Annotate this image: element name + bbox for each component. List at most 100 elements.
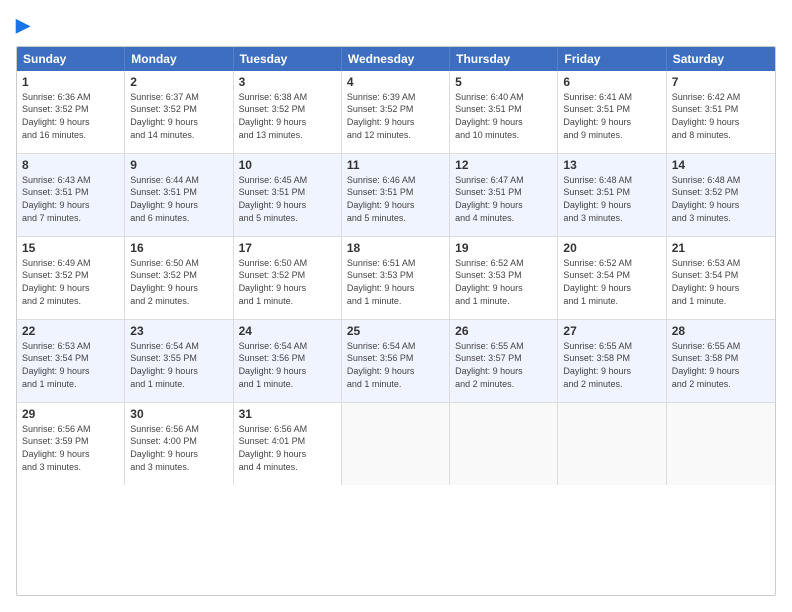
calendar-cell: 5 Sunrise: 6:40 AMSunset: 3:51 PMDaylight…	[450, 71, 558, 153]
day-number: 22	[22, 324, 119, 338]
day-info: Sunrise: 6:54 AMSunset: 3:56 PMDaylight:…	[239, 340, 336, 390]
calendar-cell: 28Sunrise: 6:55 AMSunset: 3:58 PMDayligh…	[667, 320, 775, 402]
day-info: Sunrise: 6:49 AMSunset: 3:52 PMDaylight:…	[22, 257, 119, 307]
calendar-cell: 25 Sunrise: 6:54 AMSunset: 3:56 PMDayligh…	[342, 320, 450, 402]
logo-text: ▶	[16, 16, 30, 36]
calendar-cell: 18 Sunrise: 6:51 AMSunset: 3:53 PMDayligh…	[342, 237, 450, 319]
day-number: 15	[22, 241, 119, 255]
day-info: Sunrise: 6:50 AMSunset: 3:52 PMDaylight:…	[130, 257, 227, 307]
day-number: 12	[455, 158, 552, 172]
day-info: Sunrise: 6:55 AMSunset: 3:57 PMDaylight:…	[455, 340, 552, 390]
calendar-header-cell-friday: Friday	[558, 47, 666, 71]
day-number: 14	[672, 158, 770, 172]
day-info: Sunrise: 6:56 AMSunset: 4:00 PMDaylight:…	[130, 423, 227, 473]
day-number: 7	[672, 75, 770, 89]
day-number: 30	[130, 407, 227, 421]
day-number: 1	[22, 75, 119, 89]
calendar-cell	[667, 403, 775, 485]
calendar-cell: 7 Sunrise: 6:42 AMSunset: 3:51 PMDaylight…	[667, 71, 775, 153]
calendar-cell: 12 Sunrise: 6:47 AMSunset: 3:51 PMDayligh…	[450, 154, 558, 236]
day-info: Sunrise: 6:40 AMSunset: 3:51 PMDaylight:…	[455, 91, 552, 141]
calendar-cell: 23 Sunrise: 6:54 AMSunset: 3:55 PMDayligh…	[125, 320, 233, 402]
day-info: Sunrise: 6:54 AMSunset: 3:56 PMDaylight:…	[347, 340, 444, 390]
day-number: 10	[239, 158, 336, 172]
calendar-header-cell-wednesday: Wednesday	[342, 47, 450, 71]
calendar-cell: 22 Sunrise: 6:53 AMSunset: 3:54 PMDayligh…	[17, 320, 125, 402]
day-number: 23	[130, 324, 227, 338]
calendar-row-0: 1Sunrise: 6:36 AMSunset: 3:52 PMDaylight…	[17, 71, 775, 154]
calendar-cell: 14Sunrise: 6:48 AMSunset: 3:52 PMDayligh…	[667, 154, 775, 236]
calendar: SundayMondayTuesdayWednesdayThursdayFrid…	[16, 46, 776, 596]
calendar-cell: 6Sunrise: 6:41 AMSunset: 3:51 PMDaylight…	[558, 71, 666, 153]
day-number: 25	[347, 324, 444, 338]
day-number: 16	[130, 241, 227, 255]
calendar-body: 1Sunrise: 6:36 AMSunset: 3:52 PMDaylight…	[17, 71, 775, 485]
calendar-cell	[342, 403, 450, 485]
day-number: 18	[347, 241, 444, 255]
calendar-row-4: 29 Sunrise: 6:56 AMSunset: 3:59 PMDayligh…	[17, 403, 775, 485]
day-info: Sunrise: 6:56 AMSunset: 4:01 PMDaylight:…	[239, 423, 336, 473]
day-info: Sunrise: 6:45 AMSunset: 3:51 PMDaylight:…	[239, 174, 336, 224]
calendar-row-2: 15 Sunrise: 6:49 AMSunset: 3:52 PMDayligh…	[17, 237, 775, 320]
calendar-cell: 4 Sunrise: 6:39 AMSunset: 3:52 PMDaylight…	[342, 71, 450, 153]
day-info: Sunrise: 6:46 AMSunset: 3:51 PMDaylight:…	[347, 174, 444, 224]
day-number: 5	[455, 75, 552, 89]
calendar-header-row: SundayMondayTuesdayWednesdayThursdayFrid…	[17, 47, 775, 71]
day-info: Sunrise: 6:53 AMSunset: 3:54 PMDaylight:…	[672, 257, 770, 307]
day-info: Sunrise: 6:50 AMSunset: 3:52 PMDaylight:…	[239, 257, 336, 307]
calendar-cell: 3 Sunrise: 6:38 AMSunset: 3:52 PMDaylight…	[234, 71, 342, 153]
header: ▶	[16, 16, 776, 36]
day-number: 4	[347, 75, 444, 89]
day-info: Sunrise: 6:54 AMSunset: 3:55 PMDaylight:…	[130, 340, 227, 390]
logo-icon-shape: ▶	[16, 15, 30, 35]
day-number: 11	[347, 158, 444, 172]
day-info: Sunrise: 6:48 AMSunset: 3:51 PMDaylight:…	[563, 174, 660, 224]
calendar-cell: 2Sunrise: 6:37 AMSunset: 3:52 PMDaylight…	[125, 71, 233, 153]
calendar-cell: 29 Sunrise: 6:56 AMSunset: 3:59 PMDayligh…	[17, 403, 125, 485]
day-number: 29	[22, 407, 119, 421]
day-info: Sunrise: 6:51 AMSunset: 3:53 PMDaylight:…	[347, 257, 444, 307]
calendar-header-cell-tuesday: Tuesday	[234, 47, 342, 71]
day-number: 21	[672, 241, 770, 255]
calendar-cell: 13 Sunrise: 6:48 AMSunset: 3:51 PMDayligh…	[558, 154, 666, 236]
day-number: 17	[239, 241, 336, 255]
day-info: Sunrise: 6:39 AMSunset: 3:52 PMDaylight:…	[347, 91, 444, 141]
day-number: 20	[563, 241, 660, 255]
day-info: Sunrise: 6:47 AMSunset: 3:51 PMDaylight:…	[455, 174, 552, 224]
calendar-header-cell-saturday: Saturday	[667, 47, 775, 71]
calendar-cell: 30 Sunrise: 6:56 AMSunset: 4:00 PMDayligh…	[125, 403, 233, 485]
calendar-cell: 21 Sunrise: 6:53 AMSunset: 3:54 PMDayligh…	[667, 237, 775, 319]
day-info: Sunrise: 6:37 AMSunset: 3:52 PMDaylight:…	[130, 91, 227, 141]
calendar-cell: 17 Sunrise: 6:50 AMSunset: 3:52 PMDayligh…	[234, 237, 342, 319]
calendar-cell: 19Sunrise: 6:52 AMSunset: 3:53 PMDayligh…	[450, 237, 558, 319]
calendar-cell: 11 Sunrise: 6:46 AMSunset: 3:51 PMDayligh…	[342, 154, 450, 236]
calendar-cell: 20 Sunrise: 6:52 AMSunset: 3:54 PMDayligh…	[558, 237, 666, 319]
day-number: 9	[130, 158, 227, 172]
day-info: Sunrise: 6:43 AMSunset: 3:51 PMDaylight:…	[22, 174, 119, 224]
calendar-cell: 10 Sunrise: 6:45 AMSunset: 3:51 PMDayligh…	[234, 154, 342, 236]
day-info: Sunrise: 6:38 AMSunset: 3:52 PMDaylight:…	[239, 91, 336, 141]
calendar-header-cell-sunday: Sunday	[17, 47, 125, 71]
calendar-cell	[450, 403, 558, 485]
day-info: Sunrise: 6:56 AMSunset: 3:59 PMDaylight:…	[22, 423, 119, 473]
calendar-cell: 15 Sunrise: 6:49 AMSunset: 3:52 PMDayligh…	[17, 237, 125, 319]
day-info: Sunrise: 6:55 AMSunset: 3:58 PMDaylight:…	[563, 340, 660, 390]
day-number: 13	[563, 158, 660, 172]
calendar-cell: 27Sunrise: 6:55 AMSunset: 3:58 PMDayligh…	[558, 320, 666, 402]
day-info: Sunrise: 6:41 AMSunset: 3:51 PMDaylight:…	[563, 91, 660, 141]
day-info: Sunrise: 6:53 AMSunset: 3:54 PMDaylight:…	[22, 340, 119, 390]
day-info: Sunrise: 6:44 AMSunset: 3:51 PMDaylight:…	[130, 174, 227, 224]
day-info: Sunrise: 6:52 AMSunset: 3:54 PMDaylight:…	[563, 257, 660, 307]
day-number: 3	[239, 75, 336, 89]
calendar-row-3: 22 Sunrise: 6:53 AMSunset: 3:54 PMDayligh…	[17, 320, 775, 403]
calendar-cell: 9 Sunrise: 6:44 AMSunset: 3:51 PMDaylight…	[125, 154, 233, 236]
calendar-header-cell-monday: Monday	[125, 47, 233, 71]
day-number: 19	[455, 241, 552, 255]
day-number: 26	[455, 324, 552, 338]
logo: ▶	[16, 16, 30, 36]
day-info: Sunrise: 6:55 AMSunset: 3:58 PMDaylight:…	[672, 340, 770, 390]
calendar-cell: 26 Sunrise: 6:55 AMSunset: 3:57 PMDayligh…	[450, 320, 558, 402]
calendar-cell: 8Sunrise: 6:43 AMSunset: 3:51 PMDaylight…	[17, 154, 125, 236]
day-info: Sunrise: 6:42 AMSunset: 3:51 PMDaylight:…	[672, 91, 770, 141]
calendar-cell: 1Sunrise: 6:36 AMSunset: 3:52 PMDaylight…	[17, 71, 125, 153]
